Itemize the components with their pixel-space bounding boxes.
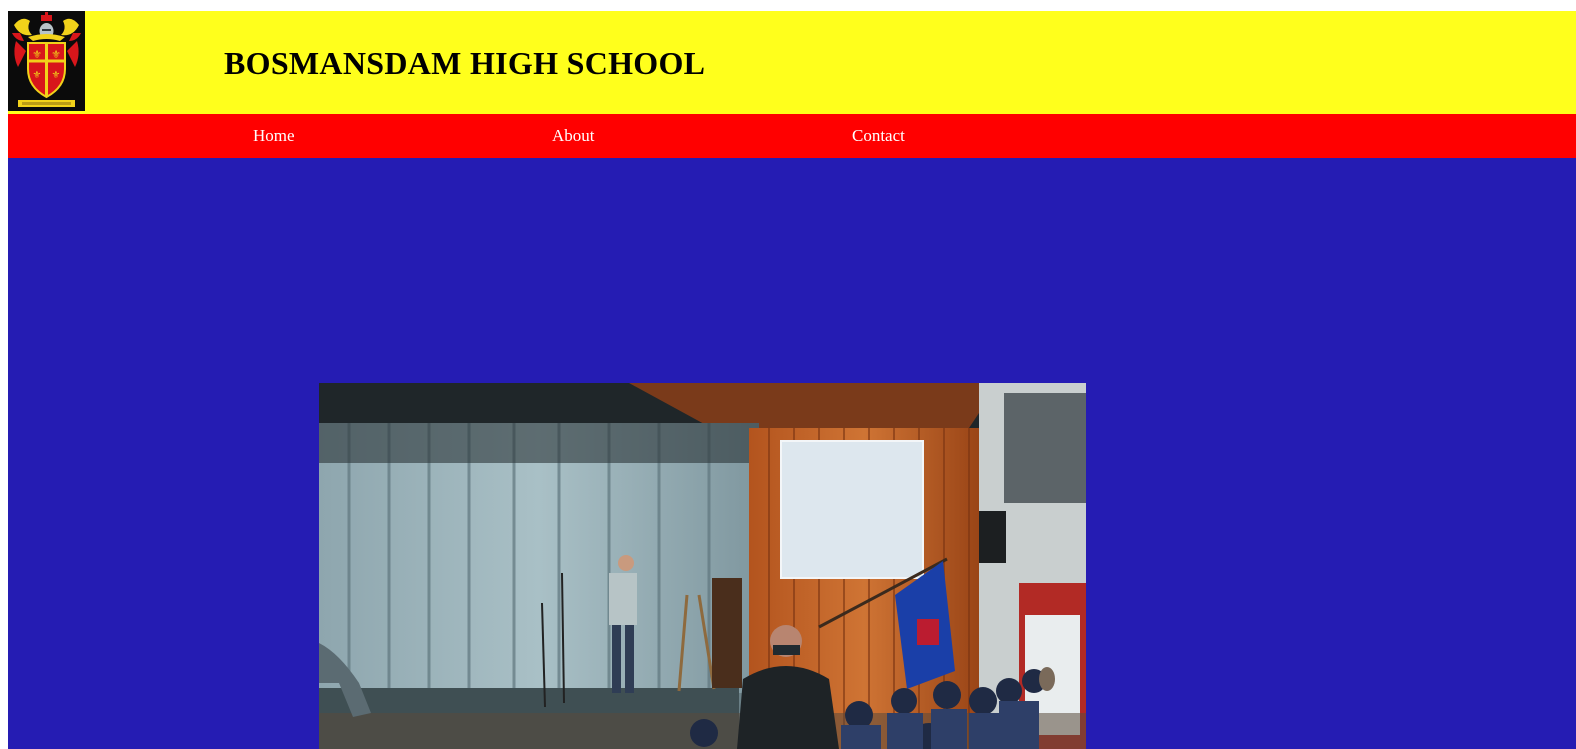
svg-text:⚜: ⚜	[52, 70, 61, 81]
svg-text:⚜: ⚜	[32, 48, 42, 61]
main-content	[8, 158, 1576, 749]
nav-link-about[interactable]: About	[552, 126, 595, 146]
svg-text:⚜: ⚜	[33, 70, 42, 81]
main-nav: Home About Contact	[8, 114, 1576, 158]
school-crest-icon: ⚜ ⚜ ⚜ ⚜	[8, 11, 85, 111]
site-header: ⚜ ⚜ ⚜ ⚜ BOSMANSDAM HIGH SCHOOL	[8, 11, 1576, 114]
svg-text:⚜: ⚜	[51, 48, 61, 61]
nav-link-home[interactable]: Home	[253, 126, 295, 146]
school-hall-photo	[319, 383, 1086, 749]
page: ⚜ ⚜ ⚜ ⚜ BOSMANSDAM HIGH SCHOOL Home Abou…	[8, 11, 1576, 749]
site-title: BOSMANSDAM HIGH SCHOOL	[224, 45, 706, 81]
nav-link-contact[interactable]: Contact	[852, 126, 905, 146]
